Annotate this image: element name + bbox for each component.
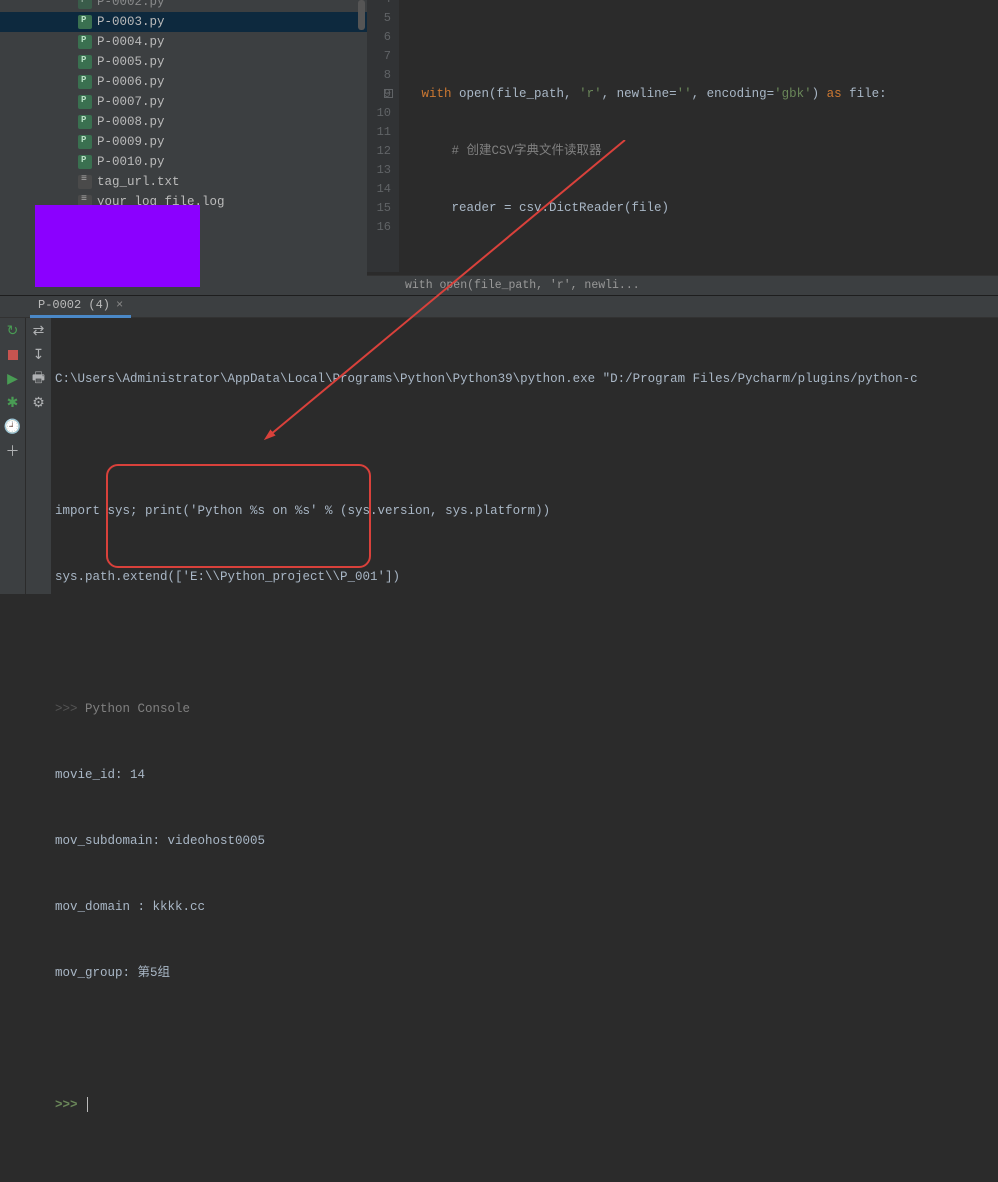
py-file-icon	[78, 155, 92, 169]
console-pc: Python Console	[85, 702, 190, 716]
settings-icon[interactable]: ⚙	[30, 394, 48, 412]
stop-icon[interactable]	[4, 346, 22, 364]
line-number: 12	[367, 142, 391, 161]
file-item[interactable]: tag_url.txt	[0, 172, 367, 192]
line-number: 5	[367, 9, 391, 28]
add-icon[interactable]: ＋	[4, 442, 22, 460]
file-label: P-0002.py	[97, 0, 165, 9]
py-file-icon	[78, 0, 92, 9]
file-label: P-0010.py	[97, 155, 165, 169]
prompt[interactable]: >>>	[55, 1098, 85, 1112]
py-file-icon	[78, 115, 92, 129]
line-number: 14	[367, 180, 391, 199]
rerun-icon[interactable]: ↻	[4, 322, 22, 340]
file-label: P-0005.py	[97, 55, 165, 69]
console-output[interactable]: C:\Users\Administrator\AppData\Local\Pro…	[51, 318, 998, 594]
file-label: P-0003.py	[97, 15, 165, 29]
output-row: movie_id: 14	[55, 764, 994, 786]
file-item[interactable]: P-0008.py	[0, 112, 367, 132]
file-label: P-0009.py	[97, 135, 165, 149]
py-file-icon	[78, 75, 92, 89]
breadcrumb[interactable]: with open(file_path, 'r', newli...	[367, 275, 998, 295]
console-tabs: P-0002 (4) ×	[0, 296, 998, 318]
console-tab[interactable]: P-0002 (4) ×	[30, 296, 131, 318]
run-toolbar: ↻ ▶ ✱ 🕘 ＋	[0, 318, 25, 594]
file-label: P-0006.py	[97, 75, 165, 89]
line-number: 16	[367, 218, 391, 237]
close-icon[interactable]: ×	[116, 294, 123, 316]
output-row: mov_group: 第5组	[55, 962, 994, 984]
line-number: 15	[367, 199, 391, 218]
console-tab-label: P-0002 (4)	[38, 294, 110, 316]
console-import: import sys; print('Python %s on %s' % (s…	[55, 500, 994, 522]
output-row: mov_domain : kkkk.cc	[55, 896, 994, 918]
py-file-icon	[78, 55, 92, 69]
line-number: 10	[367, 104, 391, 123]
project-sidebar: P-0002.py P-0003.py P-0004.py P-0005.py P-00…	[0, 0, 367, 295]
print-icon[interactable]: 🖶	[30, 370, 48, 388]
py-file-icon	[78, 15, 92, 29]
line-number: 4	[367, 0, 391, 9]
line-number: 8	[367, 66, 391, 85]
line-number: 7	[367, 47, 391, 66]
debug-icon[interactable]: ✱	[4, 394, 22, 412]
file-item[interactable]: P-0006.py	[0, 72, 367, 92]
txt-file-icon	[78, 175, 92, 189]
py-file-icon	[78, 95, 92, 109]
file-item[interactable]: P-0007.py	[0, 92, 367, 112]
console-cmd: C:\Users\Administrator\AppData\Local\Pro…	[55, 368, 994, 390]
file-item[interactable]: P-0010.py	[0, 152, 367, 172]
output-row: mov_subdomain: videohost0005	[55, 830, 994, 852]
scroll-end-icon[interactable]: ↧	[30, 346, 48, 364]
py-file-icon	[78, 35, 92, 49]
file-label: P-0008.py	[97, 115, 165, 129]
run-icon[interactable]: ▶	[4, 370, 22, 388]
scrollbar[interactable]	[358, 0, 365, 30]
file-item[interactable]: P-0005.py	[0, 52, 367, 72]
history-icon[interactable]: 🕘	[4, 418, 22, 436]
file-label: tag_url.txt	[97, 175, 180, 189]
line-number: 6	[367, 28, 391, 47]
soft-wrap-icon[interactable]: ⇄	[30, 322, 48, 340]
file-item[interactable]: P-0003.py	[0, 12, 367, 32]
code-area[interactable]: − with open(file_path, 'r', newline='', …	[399, 0, 998, 295]
kw-with: with	[422, 87, 452, 101]
file-item[interactable]: P-0004.py	[0, 32, 367, 52]
line-number: 13	[367, 161, 391, 180]
file-label: P-0004.py	[97, 35, 165, 49]
gutter: 45678910111213141516	[367, 0, 399, 272]
file-item[interactable]: P-0002.py	[0, 0, 367, 12]
console-extend: sys.path.extend(['E:\\Python_project\\P_…	[55, 566, 994, 588]
py-file-icon	[78, 135, 92, 149]
file-label: P-0007.py	[97, 95, 165, 109]
file-item[interactable]: P-0009.py	[0, 132, 367, 152]
console-toolbar: ⇄ ↧ 🖶 ⚙	[26, 318, 51, 594]
redacted-panel	[35, 205, 200, 287]
fold-icon[interactable]: −	[384, 89, 393, 98]
code-editor[interactable]: 45678910111213141516 − with open(file_pa…	[367, 0, 998, 295]
line-number: 11	[367, 123, 391, 142]
